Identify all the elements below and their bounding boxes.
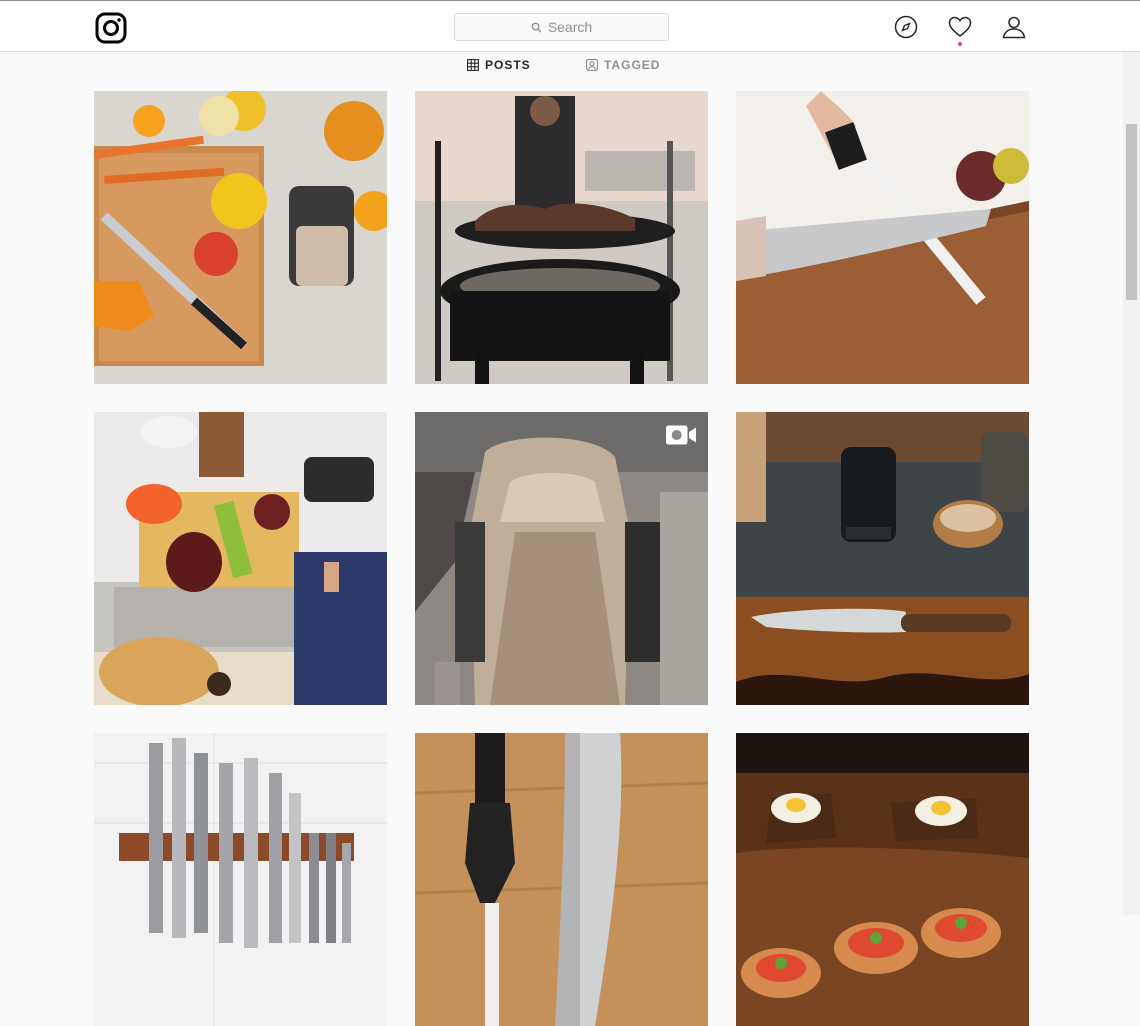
post-image (94, 412, 387, 705)
profile-tabs: POSTS TAGGED (0, 53, 1140, 79)
post-image (94, 91, 387, 384)
post-thumbnail[interactable] (415, 91, 708, 384)
post-image (415, 412, 708, 705)
grid-icon (467, 59, 479, 71)
post-thumbnail[interactable] (736, 412, 1029, 705)
instagram-logo-icon[interactable] (95, 12, 127, 44)
post-image (736, 733, 1029, 1026)
search-icon (531, 22, 542, 33)
tab-posts[interactable]: POSTS (467, 58, 531, 72)
post-image (94, 733, 387, 1026)
post-image (736, 412, 1029, 705)
post-image (415, 91, 708, 384)
post-image (736, 91, 1029, 384)
top-navigation-bar: Search (0, 0, 1140, 52)
post-thumbnail[interactable] (736, 91, 1029, 384)
post-thumbnail[interactable] (415, 412, 708, 705)
tagged-person-icon (586, 59, 598, 71)
post-image (415, 733, 708, 1026)
post-thumbnail[interactable] (415, 733, 708, 1026)
heart-icon[interactable] (948, 15, 972, 39)
post-thumbnail[interactable] (94, 733, 387, 1026)
person-icon[interactable] (1002, 15, 1026, 39)
tab-tagged[interactable]: TAGGED (586, 58, 660, 72)
post-thumbnail[interactable] (94, 91, 387, 384)
activity-notification-dot (958, 42, 962, 46)
tab-tagged-label: TAGGED (604, 58, 661, 72)
search-placeholder: Search (547, 19, 593, 35)
page-scrollbar[interactable] (1123, 52, 1140, 915)
post-thumbnail[interactable] (736, 733, 1029, 1026)
search-input[interactable]: Search (454, 13, 669, 41)
post-thumbnail[interactable] (94, 412, 387, 705)
compass-icon[interactable] (894, 15, 918, 39)
scrollbar-thumb[interactable] (1126, 124, 1137, 300)
video-camera-icon (666, 425, 696, 445)
tab-posts-label: POSTS (485, 58, 531, 72)
